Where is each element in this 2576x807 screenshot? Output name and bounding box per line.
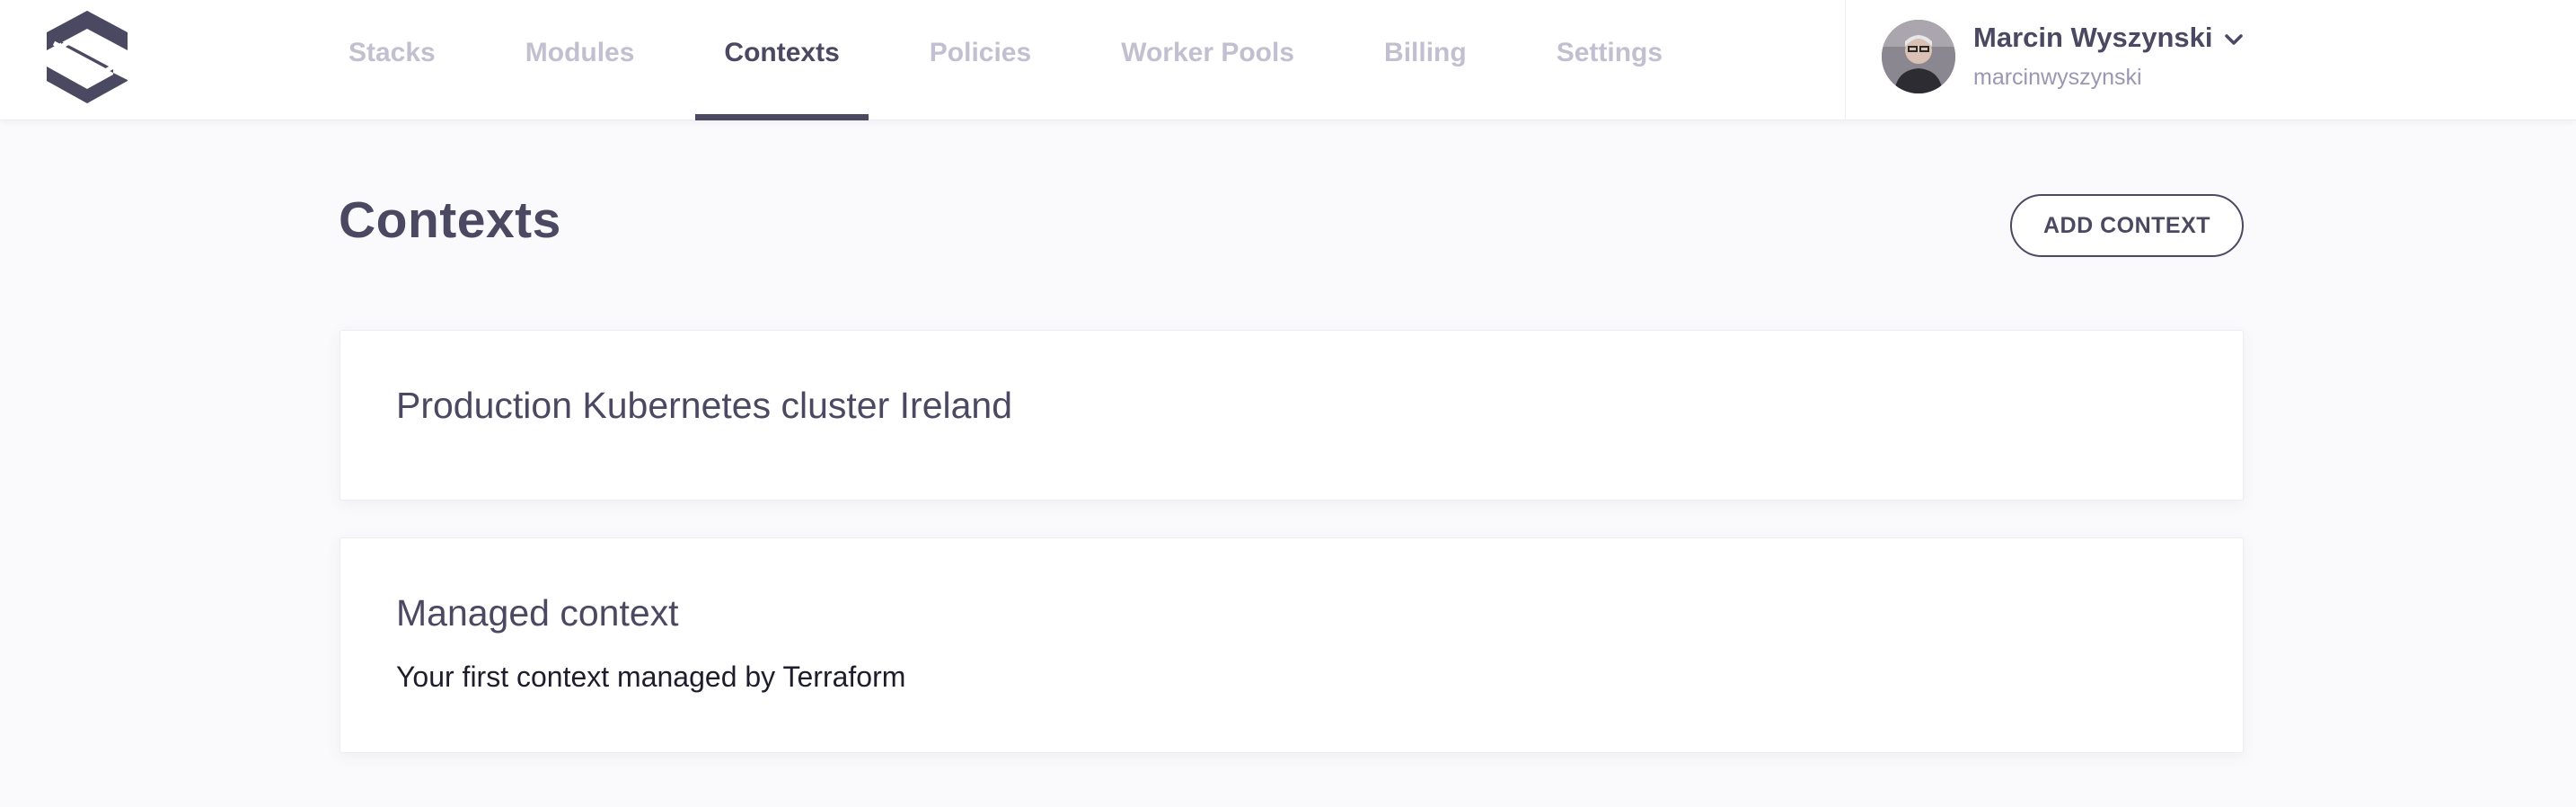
tab-contexts[interactable]: Contexts	[695, 0, 869, 120]
context-card[interactable]: Production Kubernetes cluster Ireland	[340, 330, 2244, 501]
tab-label: Policies	[929, 38, 1032, 67]
tab-label: Modules	[525, 38, 635, 67]
tab-billing[interactable]: Billing	[1355, 0, 1495, 120]
user-avatar[interactable]	[1882, 20, 1955, 93]
tab-settings[interactable]: Settings	[1528, 0, 1691, 120]
tab-worker-pools[interactable]: Worker Pools	[1092, 0, 1323, 120]
context-description: Your first context managed by Terraform	[396, 661, 906, 693]
user-handle: marcinwyszynski	[1973, 65, 2142, 90]
tab-stacks[interactable]: Stacks	[320, 0, 464, 120]
page-title: Contexts	[339, 191, 561, 249]
tab-label: Stacks	[348, 38, 436, 67]
tab-label: Worker Pools	[1121, 38, 1295, 67]
avatar-image	[1882, 20, 1955, 93]
top-navigation-bar: Stacks Modules Contexts Policies Worker …	[0, 0, 2576, 120]
chevron-down-icon[interactable]	[2221, 27, 2246, 52]
tab-modules[interactable]: Modules	[497, 0, 664, 120]
user-name: Marcin Wyszynski	[1973, 22, 2213, 53]
context-card[interactable]: Managed context Your first context manag…	[340, 537, 2244, 753]
context-name: Production Kubernetes cluster Ireland	[396, 385, 1013, 426]
spacelift-logo-icon[interactable]	[43, 7, 131, 106]
add-context-button[interactable]: ADD CONTEXT	[2010, 194, 2244, 257]
tab-label: Settings	[1556, 38, 1663, 67]
user-menu[interactable]: Marcin Wyszynski marcinwyszynski	[1845, 0, 2576, 120]
context-name: Managed context	[396, 592, 679, 634]
tab-label: Billing	[1384, 38, 1467, 67]
tab-policies[interactable]: Policies	[901, 0, 1060, 120]
tab-label: Contexts	[724, 38, 840, 67]
main-navigation: Stacks Modules Contexts Policies Worker …	[320, 0, 1724, 120]
